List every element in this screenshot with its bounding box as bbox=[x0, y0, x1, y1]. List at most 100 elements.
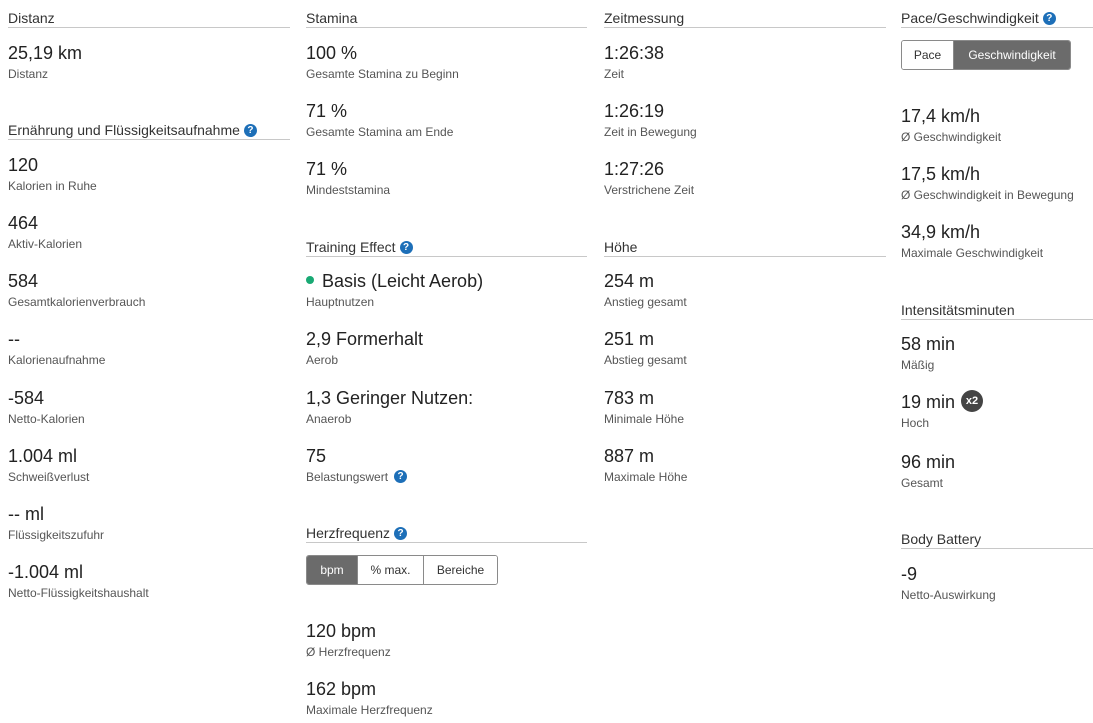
stat-anaerobic: 1,3 Geringer Nutzen: Anaerob bbox=[306, 387, 587, 435]
stat-total-calories: 584 Gesamtkalorienverbrauch bbox=[8, 270, 290, 318]
stat-max-hr: 162 bpm Maximale Herzfrequenz bbox=[306, 678, 587, 723]
stat-avg-speed: 17,4 km/h Ø Geschwindigkeit bbox=[901, 105, 1093, 153]
stat-value: 1,3 Geringer Nutzen: bbox=[306, 388, 474, 408]
stat-value: 251 m bbox=[604, 329, 655, 349]
stat-max-speed: 34,9 km/h Maximale Geschwindigkeit bbox=[901, 221, 1093, 269]
stat-avg-moving-speed: 17,5 km/h Ø Geschwindigkeit in Bewegung bbox=[901, 163, 1093, 211]
stat-label: Ø Geschwindigkeit bbox=[901, 130, 1002, 144]
help-icon[interactable]: ? bbox=[1042, 11, 1056, 25]
stat-label: Aerob bbox=[306, 353, 339, 367]
stat-value: Basis (Leicht Aerob) bbox=[306, 270, 483, 292]
stat-value: 71 % bbox=[306, 159, 348, 179]
stat-value: 887 m bbox=[604, 446, 655, 466]
stat-value: 2,9 Formerhalt bbox=[306, 329, 424, 349]
stat-label: Ø Geschwindigkeit in Bewegung bbox=[901, 188, 1074, 202]
stat-label: Netto-Auswirkung bbox=[901, 588, 996, 602]
stat-aerobic: 2,9 Formerhalt Aerob bbox=[306, 328, 587, 376]
stat-ascent: 254 m Anstieg gesamt bbox=[604, 270, 886, 318]
stat-vigorous-minutes: 19 min x2 Hoch bbox=[901, 390, 1093, 439]
stat-label: Schweißverlust bbox=[8, 470, 90, 484]
stat-value: -- ml bbox=[8, 504, 44, 524]
stat-value: 254 m bbox=[604, 271, 655, 291]
distance-header: Distanz bbox=[8, 8, 290, 28]
multiplier-badge: x2 bbox=[961, 390, 984, 413]
stat-value: 58 min bbox=[901, 334, 956, 354]
stat-label: Anaerob bbox=[306, 412, 352, 426]
stat-value: 162 bpm bbox=[306, 679, 377, 699]
stat-label: Netto-Kalorien bbox=[8, 412, 85, 426]
heart-rate-unit-toggle: bpm % max. Bereiche bbox=[306, 555, 498, 585]
stat-label: Abstieg gesamt bbox=[604, 353, 687, 367]
nutrition-header: Ernährung und Flüssigkeitsaufnahme? bbox=[8, 120, 290, 140]
stat-value: 120 bbox=[8, 155, 39, 175]
stat-net-fluid-balance: -1.004 ml Netto-Flüssigkeitshaushalt bbox=[8, 561, 290, 609]
stat-label: Anstieg gesamt bbox=[604, 295, 687, 309]
stat-stamina-end: 71 % Gesamte Stamina am Ende bbox=[306, 100, 587, 148]
stat-time: 1:26:38 Zeit bbox=[604, 42, 886, 90]
heart-rate-header: Herzfrequenz? bbox=[306, 523, 587, 543]
stat-value: 783 m bbox=[604, 388, 655, 408]
stat-label: Hauptnutzen bbox=[306, 295, 375, 309]
stat-value: 1:27:26 bbox=[604, 159, 665, 179]
help-icon[interactable]: ? bbox=[394, 526, 408, 540]
stat-sweat-loss: 1.004 ml Schweißverlust bbox=[8, 445, 290, 493]
elevation-header: Höhe bbox=[604, 237, 886, 257]
toggle-zones[interactable]: Bereiche bbox=[424, 556, 497, 584]
stat-label: Kalorienaufnahme bbox=[8, 353, 106, 367]
help-icon[interactable]: ? bbox=[243, 123, 257, 137]
stat-label: Aktiv-Kalorien bbox=[8, 237, 83, 251]
stat-max-elevation: 887 m Maximale Höhe bbox=[604, 445, 886, 493]
stat-label: Maximale Höhe bbox=[604, 470, 688, 484]
stat-label: Mindeststamina bbox=[306, 183, 391, 197]
help-icon[interactable]: ? bbox=[399, 240, 413, 254]
stat-label: Gesamte Stamina am Ende bbox=[306, 125, 454, 139]
stat-label: Minimale Höhe bbox=[604, 412, 685, 426]
stat-value: -9 bbox=[901, 564, 918, 584]
stat-active-calories: 464 Aktiv-Kalorien bbox=[8, 212, 290, 260]
stat-net-calories: -584 Netto-Kalorien bbox=[8, 387, 290, 435]
body-battery-header: Body Battery bbox=[901, 529, 1093, 549]
stat-value: 1:26:38 bbox=[604, 43, 665, 63]
help-icon[interactable]: ? bbox=[394, 470, 408, 484]
toggle-speed[interactable]: Geschwindigkeit bbox=[954, 41, 1070, 69]
stat-label: Zeit bbox=[604, 67, 625, 81]
stat-total-minutes: 96 min Gesamt bbox=[901, 451, 1093, 499]
stat-value: 19 min x2 bbox=[901, 390, 984, 414]
stat-load: 75 Belastungswert? bbox=[306, 445, 587, 493]
toggle-pace[interactable]: Pace bbox=[902, 41, 954, 69]
stat-label: Gesamt bbox=[901, 476, 944, 490]
stat-label: Zeit in Bewegung bbox=[604, 125, 697, 139]
stat-label: Gesamte Stamina zu Beginn bbox=[306, 67, 459, 81]
toggle-bpm[interactable]: bpm bbox=[307, 556, 358, 584]
stat-moderate-minutes: 58 min Mäßig bbox=[901, 333, 1093, 381]
stat-value: 96 min bbox=[901, 452, 956, 472]
stat-descent: 251 m Abstieg gesamt bbox=[604, 328, 886, 376]
stat-value: 100 % bbox=[306, 43, 358, 63]
stat-value: 120 bpm bbox=[306, 621, 377, 641]
stat-fluid-intake: -- ml Flüssigkeitszufuhr bbox=[8, 503, 290, 551]
stat-primary-benefit: Basis (Leicht Aerob) Hauptnutzen bbox=[306, 270, 587, 318]
stat-avg-hr: 120 bpm Ø Herzfrequenz bbox=[306, 620, 587, 668]
stat-value: 25,19 km bbox=[8, 43, 83, 63]
stat-label: Hoch bbox=[901, 416, 930, 430]
intensity-header: Intensitätsminuten bbox=[901, 300, 1093, 320]
stat-value: -1.004 ml bbox=[8, 562, 84, 582]
stat-min-elevation: 783 m Minimale Höhe bbox=[604, 387, 886, 435]
stat-body-battery-impact: -9 Netto-Auswirkung bbox=[901, 563, 1093, 611]
stat-label: Maximale Geschwindigkeit bbox=[901, 246, 1044, 260]
stat-label: Maximale Herzfrequenz bbox=[306, 703, 433, 717]
stat-value: 17,4 km/h bbox=[901, 106, 981, 126]
stat-value: 1.004 ml bbox=[8, 446, 78, 466]
pace-header: Pace/Geschwindigkeit? bbox=[901, 8, 1093, 28]
stat-calorie-intake: -- Kalorienaufnahme bbox=[8, 328, 290, 376]
stat-stamina-min: 71 % Mindeststamina bbox=[306, 158, 587, 206]
stat-value: -- bbox=[8, 329, 20, 349]
stat-label: Ø Herzfrequenz bbox=[306, 645, 391, 659]
stamina-header: Stamina bbox=[306, 8, 587, 28]
timing-header: Zeitmessung bbox=[604, 8, 886, 28]
toggle-percent-max[interactable]: % max. bbox=[358, 556, 424, 584]
stat-distance: 25,19 km Distanz bbox=[8, 42, 290, 90]
stat-label: Distanz bbox=[8, 67, 49, 81]
stat-value: 34,9 km/h bbox=[901, 222, 981, 242]
stat-label: Netto-Flüssigkeitshaushalt bbox=[8, 586, 149, 600]
